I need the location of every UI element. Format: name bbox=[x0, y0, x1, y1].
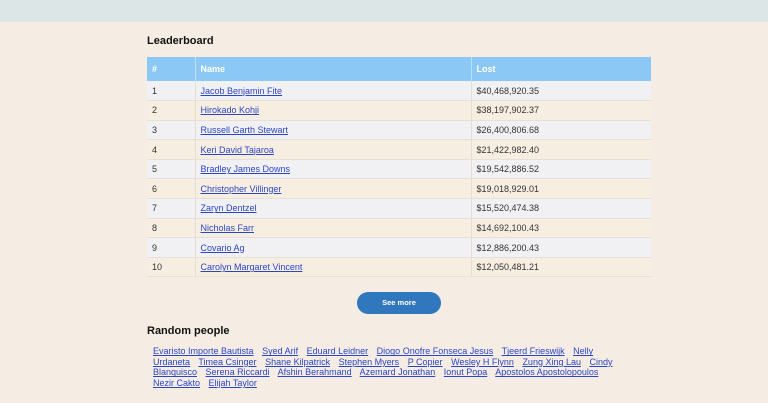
lost-amount-cell: $14,692,100.43 bbox=[471, 218, 651, 239]
name-cell: Hirokado Kohji bbox=[195, 100, 472, 121]
table-row: 8 Nicholas Farr $14,692,100.43 bbox=[147, 218, 651, 239]
rank-cell: 2 bbox=[147, 100, 196, 121]
name-cell: Russell Garth Stewart bbox=[195, 120, 472, 141]
random-person-link[interactable]: Evaristo Importe Bautista bbox=[153, 346, 254, 356]
rank-cell: 8 bbox=[147, 218, 196, 239]
random-person-link[interactable]: Syed Arif bbox=[262, 346, 298, 356]
name-cell: Nicholas Farr bbox=[195, 218, 472, 239]
rank-cell: 4 bbox=[147, 139, 196, 160]
person-link[interactable]: Nicholas Farr bbox=[201, 223, 255, 233]
person-link[interactable]: Jacob Benjamin Fite bbox=[201, 86, 283, 96]
leaderboard-table: # Name Lost 1 Jacob Benjamin Fite $40,468,… bbox=[147, 57, 651, 278]
person-link[interactable]: Christopher Villinger bbox=[201, 184, 282, 194]
name-cell: Carolyn Margaret Vincent bbox=[195, 257, 472, 278]
random-person-link[interactable]: Zung Xing Lau bbox=[522, 357, 581, 367]
random-person-link[interactable]: Nezir Cakto bbox=[153, 378, 200, 388]
random-person-link[interactable]: Stephen Myers bbox=[339, 357, 400, 367]
name-cell: Covario Ag bbox=[195, 237, 472, 258]
person-link[interactable]: Covario Ag bbox=[201, 243, 245, 253]
table-row: 1 Jacob Benjamin Fite $40,468,920.35 bbox=[147, 81, 651, 102]
random-person-link[interactable]: Eduard Leidner bbox=[307, 346, 369, 356]
rank-cell: 9 bbox=[147, 237, 196, 258]
person-link[interactable]: Zaryn Dentzel bbox=[201, 203, 257, 213]
table-row: 2 Hirokado Kohji $38,197,902.37 bbox=[147, 100, 651, 121]
person-link[interactable]: Carolyn Margaret Vincent bbox=[201, 262, 303, 272]
lost-amount-cell: $12,050,481.21 bbox=[471, 257, 651, 278]
random-person-link[interactable]: Diogo Onofre Fonseca Jesus bbox=[377, 346, 494, 356]
rank-cell: 1 bbox=[147, 81, 196, 102]
table-row: 5 Bradley James Downs $19,542,886.52 bbox=[147, 159, 651, 180]
rank-cell: 10 bbox=[147, 257, 196, 278]
main-content: Leaderboard # Name Lost 1 Jacob Benjamin … bbox=[147, 35, 651, 388]
top-bar bbox=[0, 0, 768, 22]
lost-amount-cell: $40,468,920.35 bbox=[471, 81, 651, 102]
random-person-link[interactable]: Serena Riccardi bbox=[206, 367, 270, 377]
column-header-name: Name bbox=[195, 57, 472, 81]
random-person-link[interactable]: Wesley H Flynn bbox=[451, 357, 514, 367]
random-people-title: Random people bbox=[147, 325, 230, 338]
table-header-row: # Name Lost bbox=[147, 57, 651, 81]
leaderboard-body: 1 Jacob Benjamin Fite $40,468,920.35 2 Hirok… bbox=[147, 81, 651, 278]
person-link[interactable]: Keri David Tajaroa bbox=[201, 145, 274, 155]
random-person-link[interactable]: Timea Csinger bbox=[198, 357, 256, 367]
rank-cell: 5 bbox=[147, 159, 196, 180]
column-header-lost: Lost bbox=[476, 64, 496, 74]
person-link[interactable]: Hirokado Kohji bbox=[201, 105, 260, 115]
leaderboard-title: Leaderboard bbox=[147, 35, 214, 47]
random-person-link[interactable]: Shane Kilpatrick bbox=[265, 357, 330, 367]
table-row: 6 Christopher Villinger $19,018,929.01 bbox=[147, 178, 651, 200]
lost-amount-cell: $26,400,806.68 bbox=[471, 120, 651, 141]
name-cell: Bradley James Downs bbox=[195, 159, 472, 180]
table-row: 7 Zaryn Dentzel $15,520,474.38 bbox=[147, 198, 651, 219]
lost-amount-cell: $12,886,200.43 bbox=[471, 237, 651, 258]
random-person-link[interactable]: Ionut Popa bbox=[444, 367, 488, 377]
table-row: 9 Covario Ag $12,886,200.43 bbox=[147, 237, 651, 258]
person-link[interactable]: Russell Garth Stewart bbox=[201, 125, 289, 135]
table-row: 3 Russell Garth Stewart $26,400,806.68 bbox=[147, 120, 651, 141]
random-person-link[interactable]: Elijah Taylor bbox=[209, 378, 257, 388]
random-person-link[interactable]: Afshin Berahmand bbox=[278, 367, 352, 377]
name-cell: Zaryn Dentzel bbox=[195, 198, 472, 219]
name-cell: Christopher Villinger bbox=[195, 178, 472, 200]
name-cell: Jacob Benjamin Fite bbox=[195, 81, 472, 102]
see-more-button[interactable]: See more bbox=[357, 292, 441, 315]
rank-cell: 7 bbox=[147, 198, 196, 219]
random-people-list: Evaristo Importe Bautista Syed Arif Edua… bbox=[147, 346, 617, 388]
name-cell: Keri David Tajaroa bbox=[195, 139, 472, 160]
rank-cell: 6 bbox=[147, 178, 196, 200]
random-person-link[interactable]: Azemard Jonathan bbox=[360, 367, 436, 377]
lost-amount-cell: $21,422,982.40 bbox=[471, 139, 651, 160]
lost-amount-cell: $19,542,886.52 bbox=[471, 159, 651, 180]
lost-amount-cell: $15,520,474.38 bbox=[471, 198, 651, 219]
lost-amount-cell: $38,197,902.37 bbox=[471, 100, 651, 121]
column-header-rank: # bbox=[147, 57, 196, 81]
random-person-link[interactable]: Tjeerd Frieswijk bbox=[502, 346, 565, 356]
person-link[interactable]: Bradley James Downs bbox=[201, 164, 291, 174]
table-row: 4 Keri David Tajaroa $21,422,982.40 bbox=[147, 139, 651, 160]
random-person-link[interactable]: Apostolos Apostolopoulos bbox=[495, 367, 598, 377]
rank-cell: 3 bbox=[147, 120, 196, 141]
lost-amount-cell: $19,018,929.01 bbox=[471, 178, 651, 200]
random-person-link[interactable]: P Copier bbox=[408, 357, 443, 367]
table-row: 10 Carolyn Margaret Vincent $12,050,481.21 bbox=[147, 257, 651, 278]
